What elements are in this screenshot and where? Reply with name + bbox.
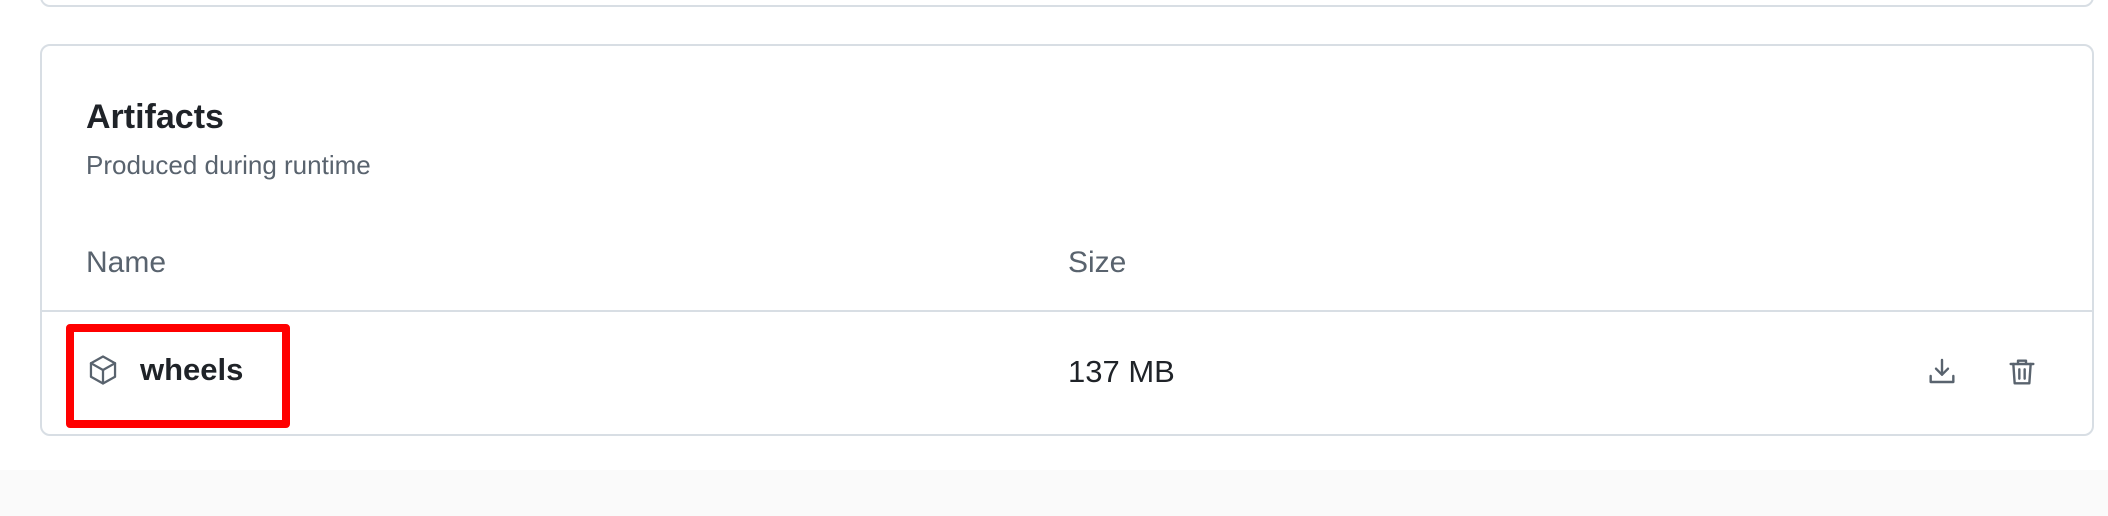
artifacts-subtitle: Produced during runtime	[86, 150, 371, 180]
column-header-size: Size	[1068, 246, 1127, 279]
delete-button[interactable]	[2002, 352, 2042, 392]
previous-section-card	[40, 0, 2094, 7]
artifacts-card: Artifacts Produced during runtime Name S…	[40, 44, 2094, 436]
artifacts-title: Artifacts	[86, 98, 224, 136]
package-icon	[89, 355, 117, 385]
table-row: wheels 137 MB	[42, 312, 2092, 436]
artifact-name-link[interactable]: wheels	[86, 352, 243, 388]
download-icon	[1929, 358, 1955, 384]
column-header-name: Name	[86, 246, 167, 279]
page-background-band	[0, 470, 2108, 516]
artifact-size: 137 MB	[1068, 354, 1175, 389]
artifact-name: wheels	[140, 352, 244, 387]
download-button[interactable]	[1922, 352, 1962, 392]
trash-icon	[2009, 359, 2035, 385]
